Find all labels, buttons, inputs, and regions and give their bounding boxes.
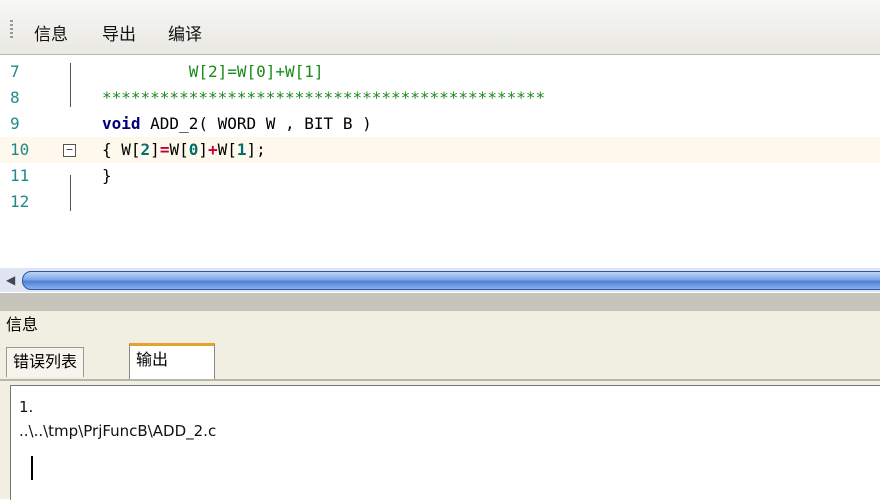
tab-error-list[interactable]: 错误列表 [6,347,85,377]
line-number: 7 [10,62,20,81]
line-number: 9 [10,114,20,133]
code-line[interactable]: 9 void ADD_2( WORD W , BIT B ) [0,111,880,137]
code-token: + [208,140,218,159]
toolbar-grip[interactable] [10,20,13,38]
code-token: W[ [121,140,141,159]
line-number: 8 [10,88,20,107]
code-line[interactable]: 11} [0,163,880,189]
code-token: { [102,140,122,159]
tab-output[interactable]: 输出 [129,343,215,379]
panel-tabs: 错误列表 输出 [0,339,880,381]
line-number: 11 [10,166,30,185]
code-token: W[ [169,140,189,159]
code-token: void [102,114,141,133]
code-token: ADD_2( WORD W , BIT B ) [140,114,372,133]
code-text: ****************************************… [102,85,545,111]
output-pane: 1. ..\..\tmp\PrjFuncB\ADD_2.c [0,381,880,500]
horizontal-scrollbar[interactable]: ◀ [0,268,880,292]
menu-item-export[interactable]: 导出 [102,20,136,45]
output-text-area[interactable]: 1. ..\..\tmp\PrjFuncB\ADD_2.c [10,385,880,500]
code-token: ]; [246,140,266,159]
code-text: W[2]=W[0]+W[1] [102,59,324,85]
output-line: 1. [19,398,34,416]
code-line[interactable]: 12 [0,189,880,215]
scrollbar-thumb[interactable] [22,271,880,290]
code-text: } [102,163,112,189]
code-token: 2 [140,140,151,159]
code-line[interactable]: 10{ W[2]=W[0]+W[1]; [0,137,880,163]
code-token: ] [198,140,208,159]
menu-item-info[interactable]: 信息 [34,20,68,45]
code-line[interactable]: 8 ***************************************… [0,85,880,111]
code-token: 1 [236,140,247,159]
code-token: ] [150,140,160,159]
code-text: void ADD_2( WORD W , BIT B ) [102,111,372,137]
code-token: ****************************************… [102,88,546,107]
code-token: 0 [188,140,199,159]
fold-collapse-icon[interactable]: − [63,144,76,157]
line-number: 10 [10,140,30,159]
panel-title: 信息 [0,311,880,339]
code-text: { W[2]=W[0]+W[1]; [102,137,266,163]
panel-splitter[interactable] [0,293,880,311]
line-number: 12 [10,192,30,211]
text-caret [31,456,33,480]
output-line: ..\..\tmp\PrjFuncB\ADD_2.c [19,422,217,440]
menu-bar: 信息 导出 编译 [0,0,880,55]
code-token: } [102,166,112,185]
scroll-left-icon[interactable]: ◀ [6,273,15,287]
code-token: W[ [217,140,237,159]
code-token: W[2]=W[0]+W[1] [188,62,324,81]
code-editor[interactable]: 7 W[2]=W[0]+W[1] 8 ***********************… [0,55,880,267]
menu-item-compile[interactable]: 编译 [168,20,202,45]
code-token: = [159,140,170,159]
code-line[interactable]: 7 W[2]=W[0]+W[1] [0,59,880,85]
